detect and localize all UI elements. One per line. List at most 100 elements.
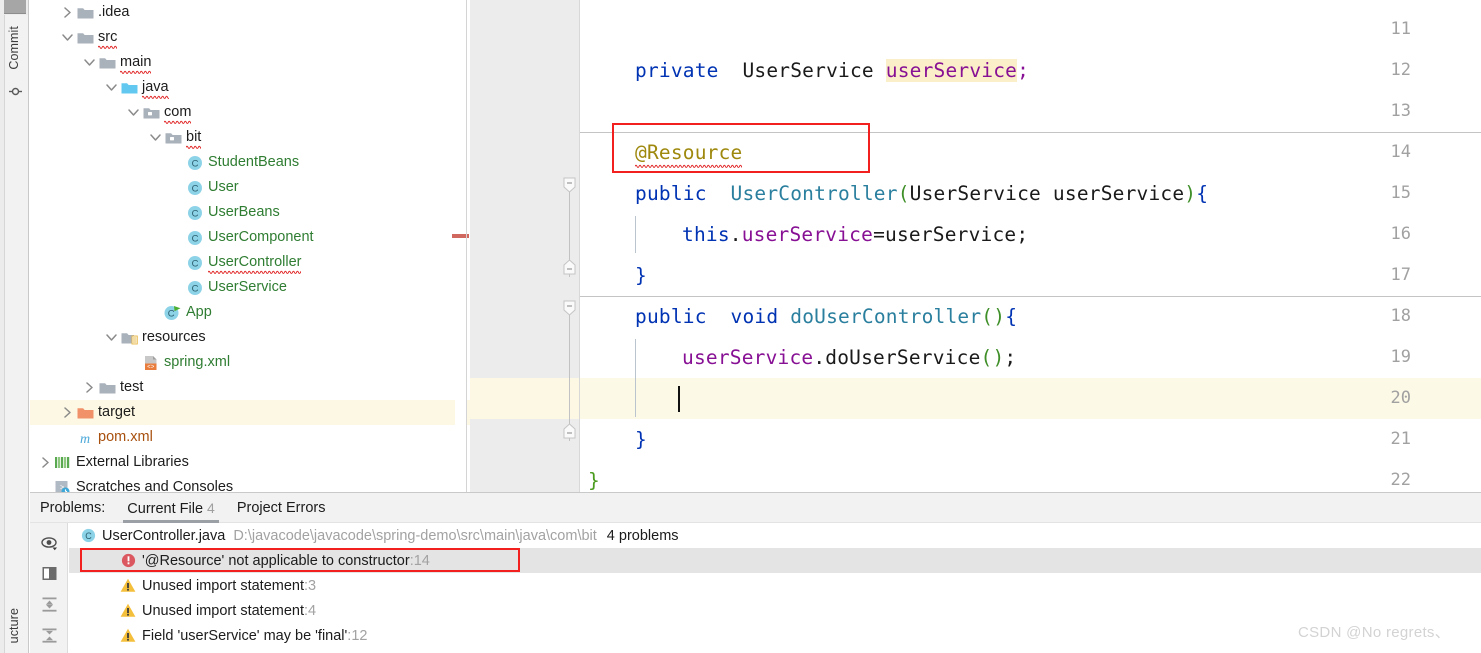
tree-item-external-libraries[interactable]: External Libraries (30, 450, 470, 475)
indent-guide (635, 339, 636, 417)
class-icon: C (185, 255, 205, 271)
problems-file-count: 4 problems (606, 527, 679, 544)
tree-item--idea[interactable]: .idea (30, 0, 470, 25)
code-line-21[interactable]: } (635, 419, 647, 460)
text-caret (678, 386, 680, 412)
tree-item-bit[interactable]: bit (30, 125, 470, 150)
tree-item-userservice[interactable]: C UserService (30, 275, 470, 300)
line-number: 21 (1390, 429, 1411, 449)
problem-row[interactable]: Field 'userService' may be 'final':12 (69, 623, 1481, 648)
folder-res (119, 330, 139, 346)
chevron-down-icon[interactable] (126, 100, 141, 125)
tree-item-app[interactable]: C App (30, 300, 470, 325)
current-line-gutter-highlight (470, 378, 580, 419)
tool-strip-inner (4, 15, 29, 653)
fold-stem (569, 312, 570, 441)
tree-item-pom-xml[interactable]: m pom.xml (30, 425, 470, 450)
code-line-15[interactable]: public UserController(UserService userSe… (635, 173, 1208, 214)
indent-guide (635, 216, 636, 253)
editor-gutter[interactable] (470, 0, 580, 493)
problems-file-row[interactable]: C UserController.java D:\javacode\javaco… (69, 523, 1481, 548)
collapse-all-icon[interactable] (41, 627, 58, 644)
window-corner-block (4, 0, 26, 14)
tab-current-file-count: 4 (207, 499, 215, 516)
tree-item-studentbeans[interactable]: C StudentBeans (30, 150, 470, 175)
folder-gray (97, 55, 117, 71)
problem-message: Unused import statement (142, 577, 304, 594)
folder-blue (119, 80, 139, 96)
fold-region-start-icon[interactable] (563, 177, 576, 193)
code-token: ; (1004, 346, 1017, 369)
code-token: this (682, 223, 730, 246)
chevron-right-icon[interactable] (38, 450, 53, 475)
structure-tool-button[interactable]: ucture (7, 608, 21, 643)
svg-text:<>: <> (147, 363, 155, 370)
svg-text:C: C (192, 183, 199, 194)
chevron-right-icon[interactable] (60, 400, 75, 425)
svg-text:C: C (192, 208, 199, 219)
tree-item-usercomponent[interactable]: C UserComponent (30, 225, 470, 250)
split-view-icon[interactable] (41, 565, 58, 582)
tree-item-spring-xml[interactable]: <> spring.xml (30, 350, 470, 375)
code-line-22[interactable]: } (588, 460, 600, 493)
tree-item-java[interactable]: java (30, 75, 470, 100)
code-line-16[interactable]: this.userService=userService; (682, 214, 1028, 255)
problems-file-name: UserController.java (102, 527, 226, 544)
project-editor-divider[interactable] (466, 0, 467, 493)
line-number: 18 (1390, 306, 1411, 326)
problem-row[interactable]: Unused import statement:4 (69, 598, 1481, 623)
svg-text:C: C (192, 233, 199, 244)
code-editor[interactable]: 11 12 13 14 15 16 17 18 19 20 21 22 private UserServ… (470, 0, 1481, 493)
tree-item-com[interactable]: com (30, 100, 470, 125)
commit-tool-button[interactable]: Commit (7, 26, 21, 70)
problem-row[interactable]: Unused import statement:3 (69, 573, 1481, 598)
tree-item-label: main (120, 55, 152, 74)
chevron-down-icon[interactable] (60, 25, 75, 50)
code-token: userService (741, 223, 874, 246)
tree-item-resources[interactable]: resources (30, 325, 470, 350)
code-token: } (635, 428, 647, 451)
eye-icon[interactable] (41, 535, 58, 552)
tree-item-label: App (186, 304, 212, 321)
chevron-right-icon[interactable] (82, 375, 97, 400)
chevron-down-icon[interactable] (104, 325, 119, 350)
code-line-18[interactable]: public void doUserController(){ (635, 296, 1017, 337)
tree-item-user[interactable]: C User (30, 175, 470, 200)
chevron-right-icon[interactable] (60, 0, 75, 25)
code-line-12[interactable]: private UserService userService; (635, 50, 1029, 91)
project-tree-panel[interactable]: .idea src main java com bit C StudentBeans C User… (30, 0, 470, 493)
code-line-19[interactable]: userService.doUserService(); (682, 337, 1016, 378)
line-number: 13 (1390, 101, 1411, 121)
chevron-down-icon[interactable] (104, 75, 119, 100)
chevron-down-icon[interactable] (148, 125, 163, 150)
line-number: 20 (1390, 388, 1411, 408)
maven-icon: m (75, 430, 95, 446)
problem-line-number: :4 (304, 602, 317, 619)
commit-icon (9, 85, 22, 98)
code-token: void (730, 305, 779, 328)
tab-project-errors[interactable]: Project Errors (237, 493, 326, 523)
tree-item-userbeans[interactable]: C UserBeans (30, 200, 470, 225)
tab-current-file[interactable]: Current File 4 (123, 493, 219, 523)
chevron-down-icon[interactable] (82, 50, 97, 75)
project-panel-scrollbar[interactable] (455, 0, 466, 493)
fold-region-end-icon[interactable] (563, 259, 576, 275)
class-icon: C (185, 205, 205, 221)
folder-gray (75, 5, 95, 21)
tree-item-target[interactable]: target (30, 400, 470, 425)
tree-item-main[interactable]: main (30, 50, 470, 75)
tree-item-label: target (98, 404, 136, 421)
problems-side-toolbar (30, 523, 68, 653)
problems-list[interactable]: C UserController.java D:\javacode\javaco… (69, 523, 1481, 653)
tree-item-usercontroller[interactable]: C UserController (30, 250, 470, 275)
fold-region-start-icon[interactable] (563, 300, 576, 316)
fold-region-end-icon[interactable] (563, 423, 576, 439)
code-token: ; (1017, 59, 1030, 82)
code-line-17[interactable]: } (635, 255, 647, 296)
tree-item-test[interactable]: test (30, 375, 470, 400)
expand-all-icon[interactable] (41, 596, 58, 613)
tree-item-scratches-and-consoles[interactable]: >_Scratches and Consoles (30, 475, 470, 493)
tree-item-src[interactable]: src (30, 25, 470, 50)
code-token: . (729, 223, 742, 246)
